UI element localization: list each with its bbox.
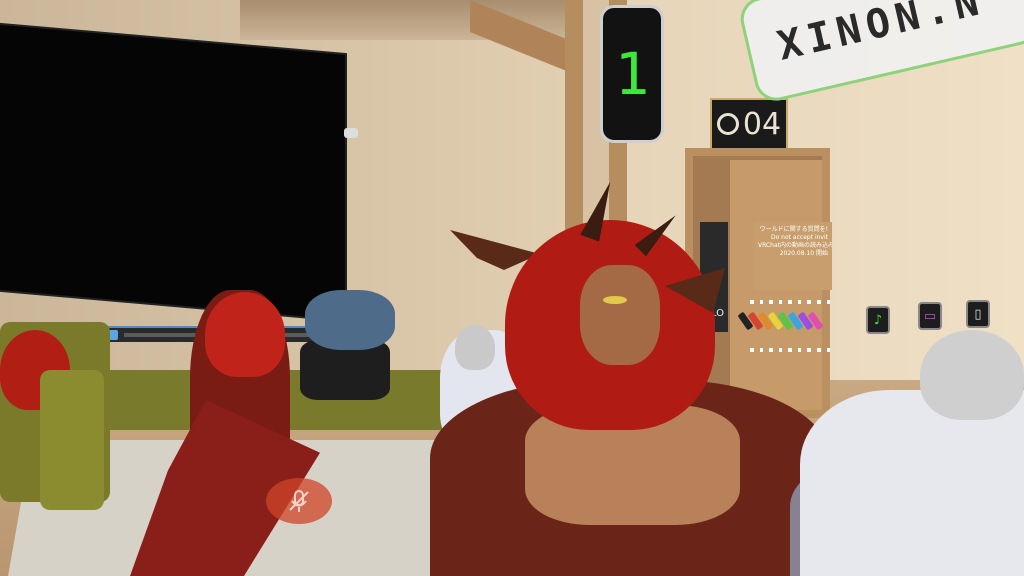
ceiling-beam <box>240 0 620 40</box>
wall-button-glyph: ♪ <box>873 312 883 328</box>
notice-line: ワールドに関する質問を! <box>759 226 828 233</box>
player-name: XINON.N <box>773 0 989 70</box>
player-counter-value: 1 <box>614 40 650 108</box>
room-number-text: 04 <box>742 106 782 142</box>
notice-line: VRChat内の動画の読み込みを <box>758 242 832 249</box>
marker-dot <box>816 348 821 352</box>
mic-muted-icon[interactable] <box>266 478 332 524</box>
marker-dot <box>807 300 811 304</box>
avatar-main-face <box>580 265 660 365</box>
player-counter-display: 1 <box>600 5 664 143</box>
video-screen[interactable] <box>0 24 345 321</box>
marker-dot <box>778 300 783 304</box>
marker-dots-top <box>750 300 831 304</box>
notice-line: 2020.08.10 開始 <box>779 250 828 257</box>
marker-dot <box>797 348 802 352</box>
avatar-demon-back-hair <box>205 292 285 377</box>
screen-icon[interactable]: ▭ <box>918 302 942 330</box>
marker-dot <box>826 348 831 352</box>
marker-dot <box>759 348 764 352</box>
notice-line: Do not accept invit <box>770 234 828 241</box>
marker-dot <box>816 300 821 304</box>
marker-dot <box>769 300 773 304</box>
marker-dot <box>759 300 764 304</box>
marker-dot <box>750 348 754 352</box>
phone-icon[interactable]: ▯ <box>966 300 990 328</box>
marker-dot <box>788 300 792 304</box>
marker-dot <box>797 300 802 304</box>
avatar-maid-right-hair <box>920 330 1024 420</box>
wall-button-glyph: ▭ <box>923 308 937 324</box>
marker-dot <box>778 348 783 352</box>
marker-pens[interactable] <box>737 311 832 332</box>
music-note-icon[interactable]: ♪ <box>866 306 890 334</box>
marker-dot <box>826 300 831 304</box>
security-camera <box>344 128 358 138</box>
marker-dots-bottom <box>750 348 831 352</box>
person-icon <box>716 113 739 135</box>
avatar-main-eye <box>603 296 627 304</box>
marker-dot <box>788 348 792 352</box>
wall-button-glyph: ▯ <box>974 306 982 322</box>
room-number-sign: 04 <box>710 98 788 150</box>
avatar-maid-small-hair <box>455 325 495 370</box>
marker-dot <box>807 348 811 352</box>
notice-board: ワールドに関する質問を! Do not accept invit VRChat内… <box>754 222 832 290</box>
marker-dot <box>769 348 773 352</box>
sofa-arm <box>40 370 104 510</box>
mic-muted-glyph <box>289 490 309 512</box>
avatar-werewolf[interactable] <box>305 290 395 350</box>
marker-dot <box>750 300 754 304</box>
